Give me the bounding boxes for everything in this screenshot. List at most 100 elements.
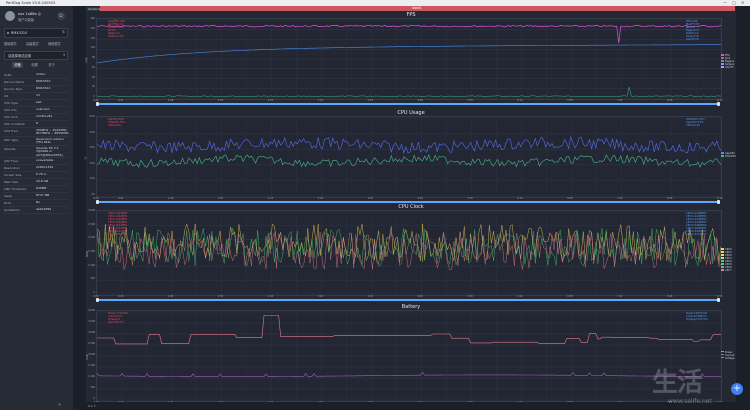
minimize-button[interactable]: — — [723, 0, 727, 5]
legend-item[interactable]: InterFT — [721, 66, 734, 69]
chart-right-stats: TotalCPU=31% AppCPU=16% CTemp=40 — [686, 118, 705, 127]
y-tick-label: 3,000 — [88, 209, 95, 212]
menu-item-basic[interactable]: 基础模式 — [4, 41, 17, 46]
x-tick-label: 5:30 — [467, 98, 473, 102]
chart-legend[interactable]: Power Current Voltage — [721, 351, 734, 360]
chart-plot-area[interactable] — [96, 310, 722, 402]
info-key: SerialNum — [4, 207, 20, 212]
menu-item-network[interactable]: 网络模式 — [48, 41, 61, 46]
info-value: kalt — [36, 99, 42, 104]
legend-swatch — [721, 57, 724, 59]
sidebar: xxx 1x86x ◎ 用户中级版 ⏻ RMX3310 ⇅ 基础模式 高级模式 … — [0, 6, 74, 410]
x-tick-label: 0:22 — [117, 98, 124, 102]
right-stat-item: Voltage=3977mV — [686, 318, 708, 321]
legend-item[interactable]: TotalCPU — [721, 155, 736, 158]
info-value: 8727 MB — [36, 192, 50, 197]
series-line — [97, 231, 721, 270]
legend-label: CPU7 — [725, 268, 732, 272]
tab-device[interactable]: 设备 — [12, 62, 23, 68]
device-status-dot — [7, 32, 9, 34]
legend-item[interactable]: Voltage — [721, 357, 734, 360]
info-value: arm64-v8a — [36, 113, 53, 118]
x-tick-label: 3:18 — [317, 196, 323, 200]
info-key: CPU Freq — [4, 128, 18, 133]
y-tick-label: 2,000 — [88, 353, 95, 356]
avatar[interactable] — [5, 11, 15, 21]
chart-svg — [97, 19, 721, 99]
chart-stats: CPU0:1049MHz CPU1:1049MHz CPU2:1049MHz CPU3… — [108, 212, 127, 236]
chart-legend[interactable]: AppCPU TotalCPU — [721, 152, 736, 158]
label-bar[interactable]: label1 — [100, 6, 735, 11]
chart-legend[interactable]: CPU0 CPU1 CPU2 CPU3 CPU4 CPU5 CPU6 CPU7 — [721, 248, 732, 272]
timeline-scrollbar[interactable] — [96, 102, 720, 106]
y-tick-label: 120 — [90, 36, 95, 40]
y-tick-label: 10% — [89, 177, 95, 181]
app-selector[interactable]: 请选择测试应用 ▾ — [4, 51, 68, 60]
x-tick-label: 5:30 — [467, 196, 473, 200]
info-value: 300MHz ~ 2022MHz 8573MHz ~ 8559MHz — [36, 127, 69, 136]
series-line — [97, 135, 721, 155]
scrollbar-handle-left[interactable] — [96, 200, 99, 204]
x-tick-label: 4:02 — [367, 196, 373, 200]
info-value: Qualcomm Adreno (TM) 642L — [36, 136, 64, 145]
scrollbar-handle-right[interactable] — [717, 102, 720, 106]
y-tick-label: 1,500 — [88, 250, 95, 253]
logout-icon[interactable]: ⏻ — [57, 12, 65, 20]
timeline-scrollbar[interactable] — [96, 200, 720, 204]
y-tick-label: 4,000 — [88, 309, 95, 312]
chart-plot-area[interactable] — [96, 210, 722, 296]
legend-item[interactable]: CPU7 — [721, 269, 732, 272]
chart-svg — [97, 211, 721, 295]
maximize-button[interactable]: □ — [732, 0, 736, 5]
right-stat-item: CTemp=40 — [686, 124, 700, 127]
chart-plot-area[interactable] — [96, 116, 722, 198]
x-tick-label: 4:02 — [367, 98, 373, 102]
x-tick-label: 3:18 — [317, 294, 323, 298]
info-key: CPU Info — [4, 107, 17, 112]
chart-plot-area[interactable] — [96, 18, 722, 100]
chart-panel-0: FPS FPS 160 140 120 100 80 60 40 20 0 0:00 0:22 1:06 1… — [85, 12, 736, 106]
info-key: Device Type — [4, 86, 23, 91]
info-key: Root — [4, 200, 11, 205]
legend-swatch — [721, 248, 724, 250]
close-button[interactable]: ✕ — [741, 0, 744, 5]
chart-svg — [97, 117, 721, 197]
menu-item-advanced[interactable]: 高级模式 — [26, 41, 39, 46]
chart-legend[interactable]: FPS Jank BigJank SmJank InterFT — [721, 54, 734, 69]
info-value: unavailable — [36, 157, 54, 162]
legend-swatch — [721, 63, 724, 65]
add-label-button[interactable]: + — [731, 383, 743, 395]
chart-stats: Power:2745mW Current:3.5 Voltage:0 Temp:35.… — [108, 312, 128, 324]
y-tick-label: 40 — [91, 75, 95, 79]
collapse-sidebar-icon[interactable]: « — [58, 402, 61, 408]
x-tick-label: 7:42 — [617, 98, 623, 102]
y-tick-label: 1,500 — [88, 364, 95, 367]
stat-item: CPU7:1650MHz — [108, 233, 128, 236]
info-row: CPU Type kalt — [3, 100, 69, 107]
info-value: 16.8 GB — [36, 178, 49, 183]
x-tick-label: 2:34 — [267, 196, 274, 200]
legend-label: TotalCPU — [725, 155, 736, 158]
tab-settings[interactable]: 设置 — [29, 62, 40, 68]
y-tick-label: 2,500 — [88, 222, 95, 226]
x-tick-label: 6:14 — [517, 294, 523, 298]
legend-swatch — [721, 54, 724, 56]
tab-about[interactable]: 关于 — [46, 62, 57, 68]
info-key: Screen Size — [4, 172, 22, 177]
scrollbar-handle-left[interactable] — [96, 102, 99, 106]
device-selector[interactable]: RMX3310 ⇅ — [4, 28, 68, 38]
scrollbar-handle-left[interactable] — [96, 298, 99, 302]
legend-swatch — [721, 266, 724, 268]
info-value: 8 — [36, 120, 38, 125]
info-row: Screen Size 6.76 in — [3, 172, 69, 179]
scrollbar-handle-right[interactable] — [717, 200, 720, 204]
scrollbar-handle-right[interactable] — [717, 298, 720, 302]
device-name: RMX3310 — [11, 30, 28, 35]
timeline-scrollbar[interactable] — [96, 298, 720, 302]
x-tick-label: 1:50 — [217, 98, 224, 102]
y-tick-label: 1,000 — [88, 263, 95, 267]
info-row: OpenGL OpenGL ES 3.2 V@0661.0 (GIT@9f6e20… — [3, 146, 69, 158]
chart-panel-1: CPU Usage% 50% 40% 30% 20% 10% 0% 0:00 0:22 1:06 1… — [83, 110, 736, 204]
watermark-logo: 生活 — [652, 368, 703, 398]
y-tick-label: 3,500 — [88, 320, 95, 323]
